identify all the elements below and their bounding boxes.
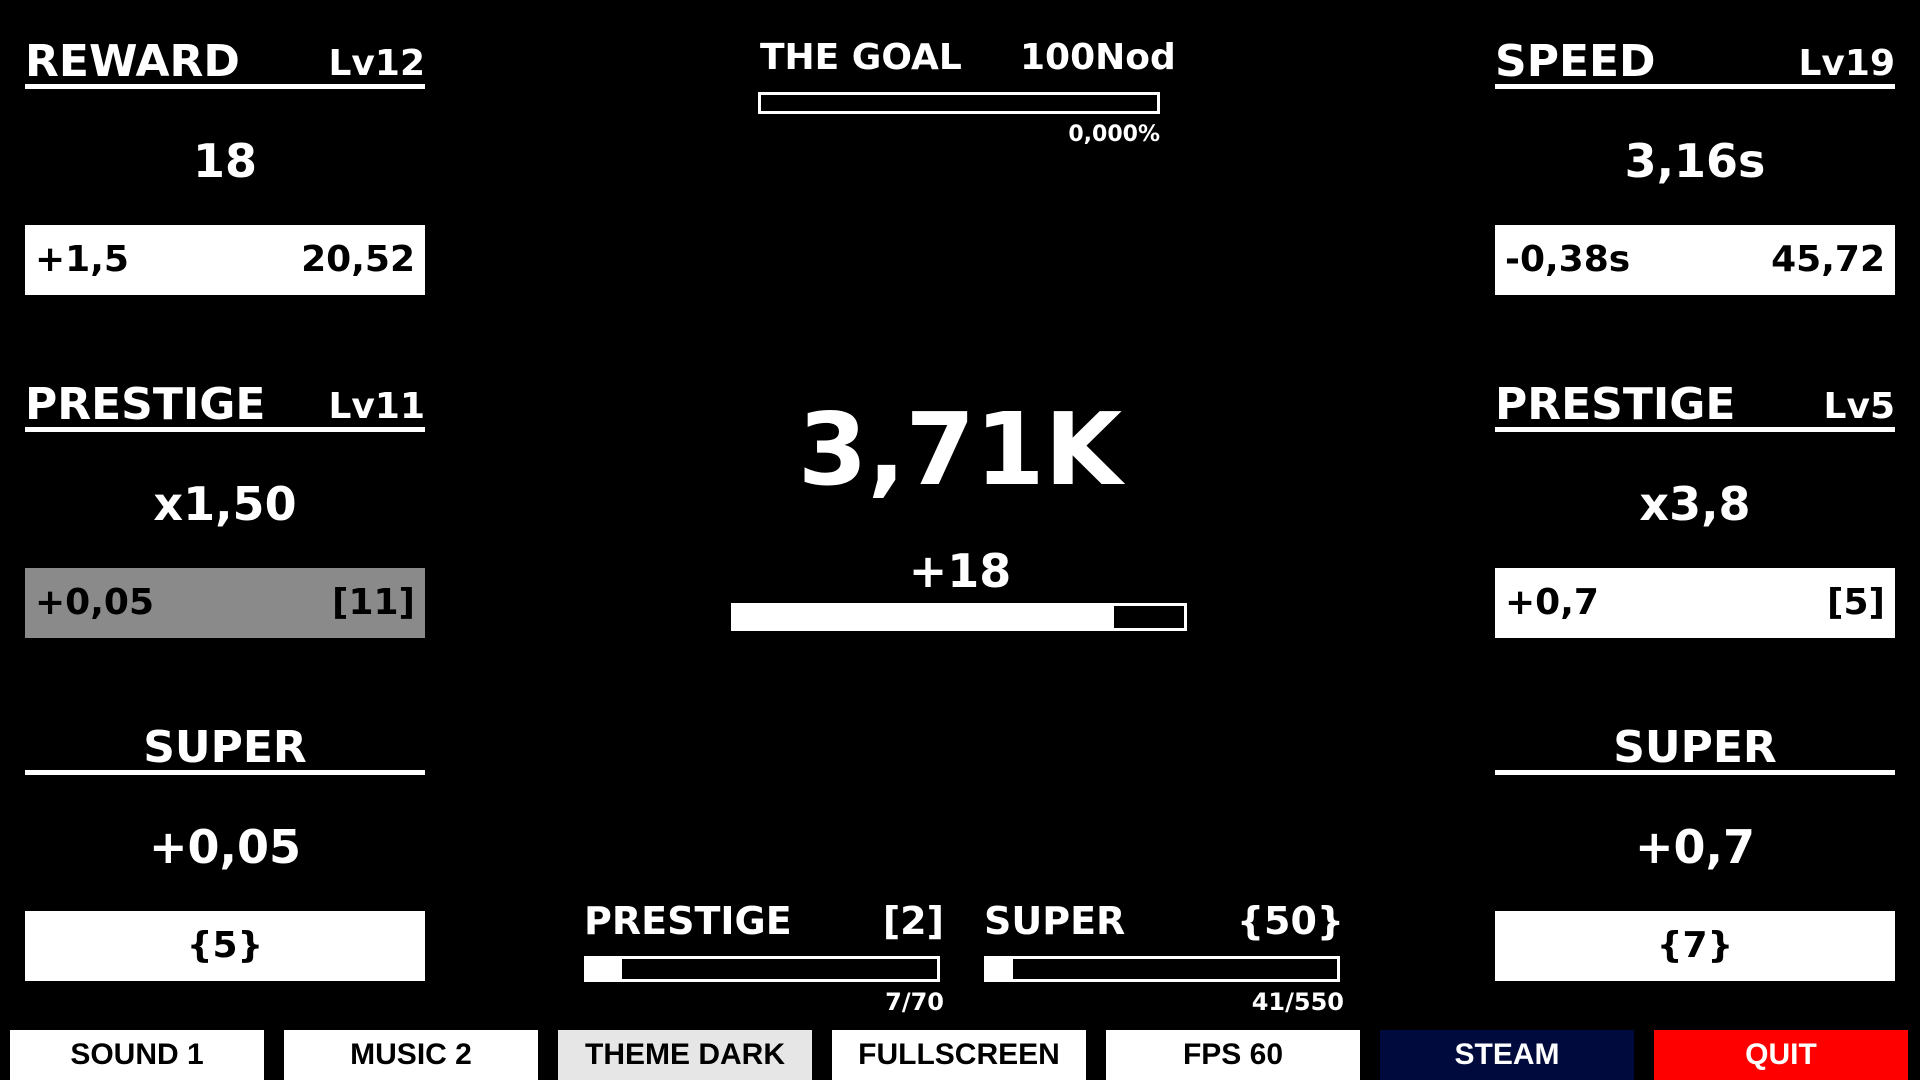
super-meter: SUPER {50} 41/550 bbox=[984, 899, 1344, 1016]
goal-amount: 100Nod bbox=[1020, 37, 1176, 78]
reward-header: REWARD Lv12 bbox=[25, 30, 425, 89]
prestige-meter-title: PRESTIGE bbox=[584, 899, 792, 943]
prestige-right-value: x3,8 bbox=[1639, 477, 1751, 531]
speed-section: SPEED Lv19 3,16s -0,38s 45,72 bbox=[1495, 0, 1895, 295]
fullscreen-button[interactable]: FULLSCREEN bbox=[832, 1030, 1086, 1080]
prestige-meter-bar bbox=[584, 956, 940, 982]
main-currency-value: 3,71K bbox=[797, 391, 1123, 508]
main-gain: +18 bbox=[908, 544, 1012, 598]
goal-progress-bar bbox=[758, 92, 1160, 114]
prestige-left-cost: [11] bbox=[331, 582, 415, 623]
theme-button[interactable]: THEME DARK bbox=[558, 1030, 812, 1080]
prestige-left-section: PRESTIGE Lv11 x1,50 +0,05 [11] bbox=[25, 343, 425, 638]
prestige-left-increment: +0,05 bbox=[35, 582, 154, 623]
speed-title: SPEED bbox=[1495, 36, 1656, 87]
super-right-title: SUPER bbox=[1613, 722, 1777, 773]
prestige-left-value: x1,50 bbox=[153, 477, 297, 531]
prestige-right-section: PRESTIGE Lv5 x3,8 +0,7 [5] bbox=[1495, 343, 1895, 638]
super-meter-value: {50} bbox=[1237, 899, 1344, 943]
reward-upgrade-increment: +1,5 bbox=[35, 239, 129, 280]
prestige-right-cost: [5] bbox=[1827, 582, 1885, 623]
goal-label: THE GOAL bbox=[760, 37, 962, 78]
super-right-cost: {7} bbox=[1656, 925, 1734, 966]
prestige-right-header: PRESTIGE Lv5 bbox=[1495, 373, 1895, 432]
super-right-section: SUPER +0,7 {7} bbox=[1495, 686, 1895, 981]
main-progress-bar bbox=[731, 603, 1187, 631]
super-left-value: +0,05 bbox=[148, 820, 302, 874]
speed-header: SPEED Lv19 bbox=[1495, 30, 1895, 89]
music-button[interactable]: MUSIC 2 bbox=[284, 1030, 538, 1080]
prestige-right-title: PRESTIGE bbox=[1495, 379, 1736, 430]
super-left-header: SUPER bbox=[25, 716, 425, 775]
main-progress-fill bbox=[734, 606, 1115, 628]
super-left-upgrade-button[interactable]: {5} bbox=[25, 911, 425, 981]
goal-percent: 0,000% bbox=[1068, 122, 1160, 147]
steam-button[interactable]: STEAM bbox=[1380, 1030, 1634, 1080]
prestige-meter-fill bbox=[587, 959, 622, 979]
super-meter-bar bbox=[984, 956, 1340, 982]
prestige-left-level: Lv11 bbox=[328, 386, 425, 427]
super-right-value: +0,7 bbox=[1634, 820, 1756, 874]
super-right-header: SUPER bbox=[1495, 716, 1895, 775]
super-meter-fill bbox=[987, 959, 1014, 979]
prestige-left-title: PRESTIGE bbox=[25, 379, 266, 430]
reward-value: 18 bbox=[192, 134, 257, 188]
super-meter-title: SUPER bbox=[984, 899, 1126, 943]
super-right-upgrade-button[interactable]: {7} bbox=[1495, 911, 1895, 981]
speed-upgrade-increment: -0,38s bbox=[1505, 239, 1631, 280]
speed-upgrade-cost: 45,72 bbox=[1771, 239, 1885, 280]
reward-upgrade-button[interactable]: +1,5 20,52 bbox=[25, 225, 425, 295]
sound-button[interactable]: SOUND 1 bbox=[10, 1030, 264, 1080]
prestige-left-upgrade-button[interactable]: +0,05 [11] bbox=[25, 568, 425, 638]
prestige-right-upgrade-button[interactable]: +0,7 [5] bbox=[1495, 568, 1895, 638]
prestige-right-level: Lv5 bbox=[1823, 386, 1895, 427]
super-left-cost: {5} bbox=[186, 925, 264, 966]
reward-title: REWARD bbox=[25, 36, 240, 87]
prestige-left-header: PRESTIGE Lv11 bbox=[25, 373, 425, 432]
prestige-meter-count: 7/70 bbox=[885, 988, 944, 1016]
super-left-section: SUPER +0,05 {5} bbox=[25, 686, 425, 981]
reward-level: Lv12 bbox=[328, 43, 425, 84]
speed-level: Lv19 bbox=[1798, 43, 1895, 84]
reward-section: REWARD Lv12 18 +1,5 20,52 bbox=[25, 0, 425, 295]
super-left-title: SUPER bbox=[143, 722, 307, 773]
prestige-meter: PRESTIGE [2] 7/70 bbox=[584, 899, 944, 1016]
speed-value: 3,16s bbox=[1624, 134, 1766, 188]
quit-button[interactable]: QUIT bbox=[1654, 1030, 1908, 1080]
prestige-meter-value: [2] bbox=[882, 899, 944, 943]
fps-button[interactable]: FPS 60 bbox=[1106, 1030, 1360, 1080]
speed-upgrade-button[interactable]: -0,38s 45,72 bbox=[1495, 225, 1895, 295]
super-meter-count: 41/550 bbox=[1251, 988, 1344, 1016]
reward-upgrade-cost: 20,52 bbox=[301, 239, 415, 280]
prestige-right-increment: +0,7 bbox=[1505, 582, 1599, 623]
